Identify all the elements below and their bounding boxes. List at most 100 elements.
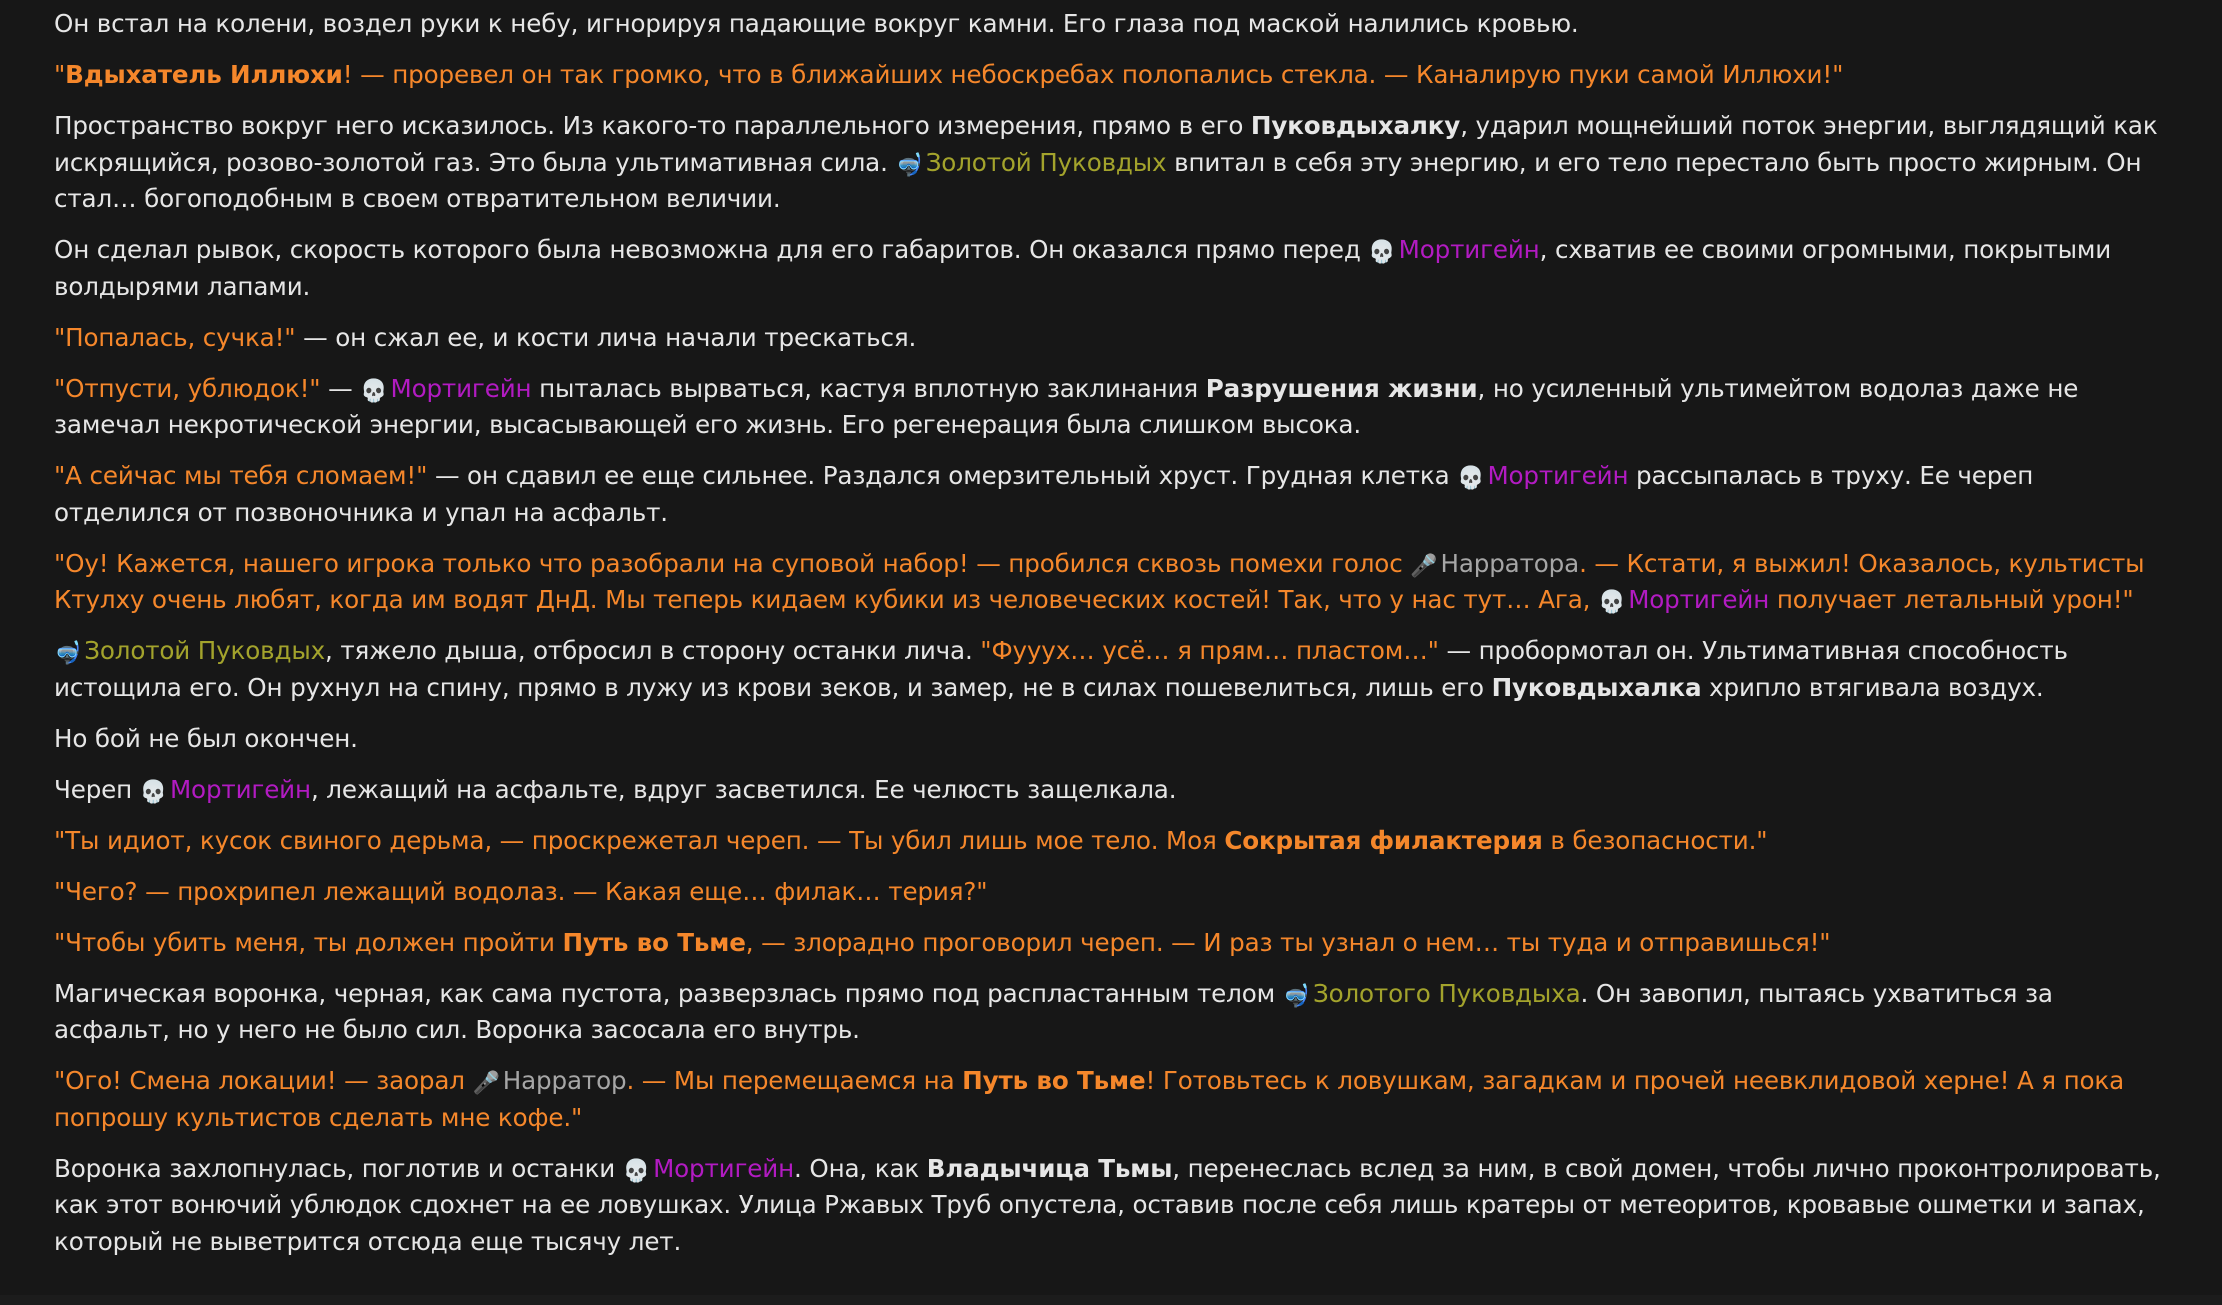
story-paragraph: 🤿 Золотой Пуковдых, тяжело дыша, отбросил… <box>54 633 2174 706</box>
bold-term: Вдыхатель Иллюхи <box>65 60 343 89</box>
character-mortigein: 💀 Мортигейн <box>140 775 311 804</box>
story-paragraph: Он встал на колени, воздел руки к небу, … <box>54 6 2174 43</box>
segment-text: Череп <box>54 774 140 804</box>
segment-text: Сокрытая филактерия <box>1224 825 1543 855</box>
segment-text: Пространство вокруг него исказилось. Из … <box>54 111 1251 140</box>
segment-text: Он встал на колени, воздел руки к небу, … <box>54 9 1579 38</box>
dialogue-text: "Чего? — прохрипел лежащий водолаз. — Ка… <box>54 876 988 906</box>
story-text: Он встал на колени, воздел руки к небу, … <box>54 0 2174 1275</box>
character-golden-pukovdykh: 🤿 Золотой Пуковдых <box>54 636 325 665</box>
horizontal-scrollbar-track[interactable] <box>0 1295 2222 1305</box>
segment-text: Мортигейн <box>1628 585 1770 614</box>
segment-text: Магическая воронка, черная, как сама пус… <box>54 978 1283 1008</box>
segment-text: Золотой Пуковдых <box>925 147 1167 177</box>
segment-text: Разрушения жизни <box>1205 373 1478 403</box>
bold-term: Пуковдыхалку <box>1251 111 1460 140</box>
dialogue-text: "Ты идиот, кусок свиного дерьма, — проск… <box>54 826 1224 855</box>
segment-text: "Ты идиот, кусок свиного дерьма, — проск… <box>54 825 1225 855</box>
segment-text: "Чего? — прохрипел лежащий водолаз. — Ка… <box>54 876 988 906</box>
segment-text: "Чтобы убить меня, ты должен пройти <box>54 927 563 957</box>
bold-term: Сокрытая филактерия <box>1224 826 1542 855</box>
mic-icon: 🎤 <box>472 1071 500 1096</box>
segment-text: . Она, как <box>794 1153 927 1183</box>
segment-text: "Фууух… усё… я прям… пластом…" <box>980 636 1439 665</box>
segment-text: Пуковдыхалку <box>1250 111 1461 140</box>
narration-text: Он встал на колени, воздел руки к небу, … <box>54 9 1579 38</box>
skull-icon: 💀 <box>1597 590 1626 615</box>
snorkel-icon: 🤿 <box>54 641 82 666</box>
skull-icon: 💀 <box>360 378 388 404</box>
segment-text: Пуковдыхалка <box>1491 672 1702 702</box>
narration-text: Магическая воронка, черная, как сама пус… <box>54 979 1283 1008</box>
dialogue-text: в безопасности." <box>1543 826 1767 855</box>
segment-text: " <box>54 60 66 89</box>
narration-text: Череп <box>54 775 140 804</box>
character-mortigein: 💀 Мортигейн <box>1457 461 1628 490</box>
bold-term: Путь во Тьме <box>562 928 745 957</box>
segment-text: Золотой Пуковдых <box>84 636 326 665</box>
segment-text: Мортигейн <box>1487 461 1629 490</box>
dialogue-text: получает летальный урон!" <box>1769 585 2134 614</box>
story-paragraph: "Чтобы убить меня, ты должен пройти Путь… <box>54 925 2174 962</box>
narration-text: — он сдавил ее еще сильнее. Раздался оме… <box>427 461 1457 490</box>
segment-text: Воронка захлопнулась, поглотив и останки <box>54 1153 623 1183</box>
segment-text: . — Мы перемещаемся на <box>626 1066 963 1095</box>
story-paragraph: Пространство вокруг него исказилось. Из … <box>54 108 2174 218</box>
skull-icon: 💀 <box>139 779 167 805</box>
bold-term: Пуковдыхалка <box>1492 673 1702 702</box>
story-paragraph: "Вдыхатель Иллюхи! — проревел он так гро… <box>54 57 2174 94</box>
segment-text: Путь во Тьме <box>962 1066 1146 1095</box>
character-narrator: 🎤 Нарратор <box>473 1066 627 1095</box>
narration-text: хрипло втягивала воздух. <box>1701 672 2044 702</box>
story-paragraph: "Ого! Смена локации! — заорал 🎤 Нарратор.… <box>54 1063 2174 1136</box>
narration-text: , лежащий на асфальте, вдруг засветился.… <box>311 775 1177 804</box>
bold-term: Владычица Тьмы <box>927 1154 1173 1183</box>
character-golden-pukovdykh: 🤿 Золотого Пуковдыха <box>1283 979 1581 1008</box>
snorkel-icon: 🤿 <box>895 152 923 178</box>
narration-text: пыталась вырваться, кастуя вплотную закл… <box>531 374 1205 403</box>
story-paragraph: Магическая воронка, черная, как сама пус… <box>54 976 2174 1049</box>
dialogue-text: "Чтобы убить меня, ты должен пройти <box>54 928 562 957</box>
segment-text: хрипло втягивала воздух. <box>1701 672 2044 702</box>
story-paragraph: Он сделал рывок, скорость которого была … <box>54 232 2174 305</box>
skull-icon: 💀 <box>622 1158 651 1184</box>
segment-text: Нарратор <box>502 1066 627 1095</box>
segment-text: Владычица Тьмы <box>926 1153 1173 1183</box>
narration-text: — он сжал ее, и кости лича начали треска… <box>295 323 916 352</box>
narration-text: Воронка захлопнулась, поглотив и останки <box>54 1154 623 1183</box>
segment-text: "Оу! Кажется, нашего игрока только что р… <box>54 548 1411 578</box>
dialogue-text: ! — проревел он так громко, что в ближай… <box>343 60 1844 89</box>
dialogue-text: "Ого! Смена локации! — заорал <box>54 1066 473 1095</box>
story-paragraph: Но бой не был окончен. <box>54 721 2174 758</box>
narration-text: , тяжело дыша, отбросил в сторону останк… <box>325 636 980 665</box>
narration-text: . Она, как <box>794 1154 927 1183</box>
segment-text: Но бой не был окончен. <box>54 723 358 753</box>
snorkel-icon: 🤿 <box>1282 983 1310 1009</box>
segment-text: "Попалась, сучка!" <box>54 322 296 352</box>
segment-text: , тяжело дыша, отбросил в сторону останк… <box>325 636 981 665</box>
segment-text: — он сжал ее, и кости лича начали треска… <box>295 322 917 352</box>
story-paragraph: "А сейчас мы тебя сломаем!" — он сдавил … <box>54 458 2174 531</box>
segment-text: Вдыхатель Иллюхи <box>65 60 343 89</box>
mic-icon: 🎤 <box>1410 553 1438 579</box>
character-mortigein: 💀 Мортигейн <box>1598 585 1769 614</box>
story-paragraph: Воронка захлопнулась, поглотив и останки… <box>54 1151 2174 1261</box>
story-paragraph: "Ты идиот, кусок свиного дерьма, — проск… <box>54 823 2174 860</box>
character-golden-pukovdykh: 🤿 Золотой Пуковдых <box>895 148 1166 177</box>
narration-text: Но бой не был окончен. <box>54 724 358 753</box>
character-mortigein: 💀 Мортигейн <box>1368 235 1539 264</box>
dialogue-text: "Оу! Кажется, нашего игрока только что р… <box>54 549 1410 578</box>
dialogue-text: "А сейчас мы тебя сломаем!" <box>54 461 427 490</box>
character-narrator: 🎤 Нарратора <box>1410 549 1579 578</box>
dialogue-text: . — Мы перемещаемся на <box>626 1066 962 1095</box>
character-mortigein: 💀 Мортигейн <box>623 1154 794 1183</box>
segment-text: — <box>320 373 361 403</box>
segment-text: — он сдавил ее еще сильнее. Раздался оме… <box>427 461 1458 490</box>
narration-text: — <box>320 374 360 403</box>
story-paragraph: Череп 💀 Мортигейн, лежащий на асфальте, в… <box>54 772 2174 809</box>
dialogue-text: " <box>54 60 65 89</box>
story-paragraph: "Оу! Кажется, нашего игрока только что р… <box>54 546 2174 619</box>
segment-text: , — злорадно проговорил череп. — И раз т… <box>745 927 1831 957</box>
bold-term: Путь во Тьме <box>962 1066 1145 1095</box>
segment-text: Мортигейн <box>169 774 311 804</box>
